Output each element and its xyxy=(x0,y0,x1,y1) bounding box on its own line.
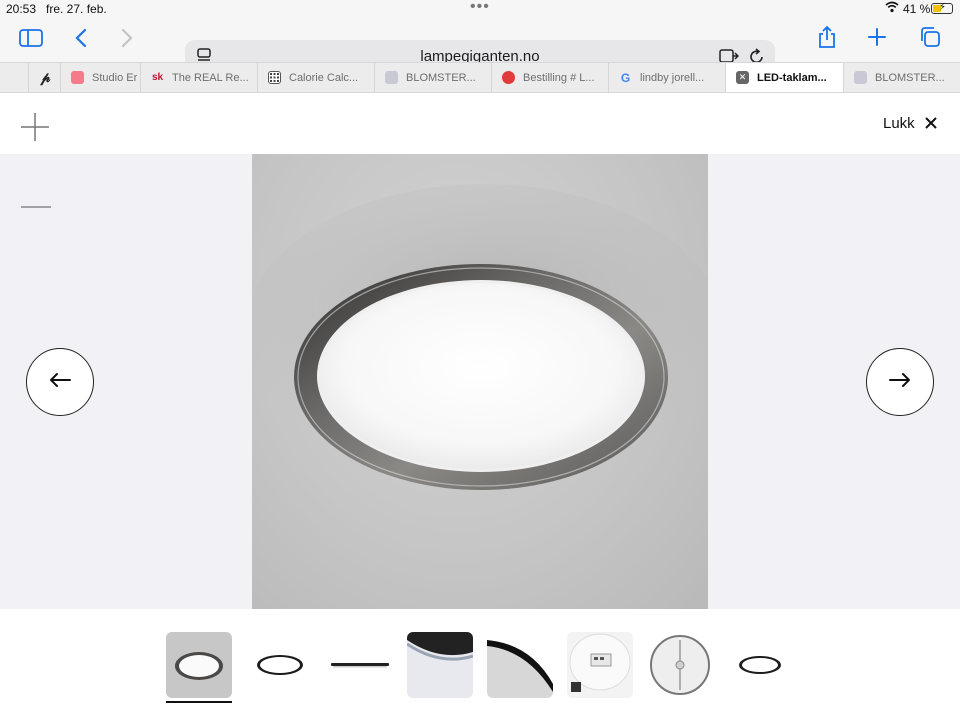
generic-favicon-icon xyxy=(385,71,398,84)
lamp-diffuser xyxy=(320,283,642,469)
selected-thumbnail-indicator xyxy=(166,701,232,703)
sk-favicon-icon: sk xyxy=(151,72,164,83)
wifi-icon xyxy=(885,1,899,16)
status-bar: 20:53 fre. 27. feb. ••• 41 % ⚡ xyxy=(0,0,960,18)
tab-label: Studio Er xyxy=(92,71,138,84)
sidebar-icon[interactable] xyxy=(19,28,43,53)
tab-bar: 𝓅 Studio Er sk The REAL Re... Calorie Ca… xyxy=(0,62,960,93)
close-tab-icon[interactable]: ✕ xyxy=(736,71,749,84)
previous-image-button[interactable] xyxy=(26,348,94,416)
arrow-left-icon xyxy=(49,372,71,393)
thumbnail-back-driver[interactable] xyxy=(567,632,633,698)
tab-3[interactable]: Calorie Calc... xyxy=(257,63,374,92)
thumbnail-edge-closeup[interactable] xyxy=(407,632,473,698)
forward-icon[interactable] xyxy=(120,27,134,54)
thumbnail-ceiling-photo[interactable] xyxy=(166,632,232,698)
tab-label: lindby jorell... xyxy=(640,71,705,84)
thumbnail-angled-rim[interactable] xyxy=(487,632,553,698)
generic-favicon-icon xyxy=(854,71,867,84)
multitask-dots-icon[interactable]: ••• xyxy=(470,0,490,16)
tab-4[interactable]: BLOMSTER... xyxy=(374,63,491,92)
pinterest-icon: 𝓅 xyxy=(40,69,51,86)
status-time: 20:53 xyxy=(6,2,37,16)
tab-label: Bestilling # L... xyxy=(523,71,595,84)
tab-overview-icon[interactable] xyxy=(919,26,941,53)
tab-0[interactable]: 𝓅 xyxy=(28,63,60,92)
zoom-in-icon[interactable] xyxy=(20,112,50,147)
thumbnail-side-profile[interactable] xyxy=(327,632,393,698)
arrow-right-icon xyxy=(889,372,911,393)
browser-toolbar: lampegiganten.no xyxy=(0,18,960,72)
red-circle-favicon-icon xyxy=(502,71,515,84)
tab-5[interactable]: Bestilling # L... xyxy=(491,63,608,92)
battery-icon: ⚡ xyxy=(931,2,953,14)
tab-label: BLOMSTER... xyxy=(875,71,945,84)
back-icon[interactable] xyxy=(74,27,88,54)
share-icon[interactable] xyxy=(817,25,837,54)
thumbnail-back-plate[interactable] xyxy=(647,632,713,698)
new-tab-icon[interactable] xyxy=(867,27,887,52)
studio-favicon-icon xyxy=(71,71,84,84)
tab-label: BLOMSTER... xyxy=(406,71,476,84)
tab-label: Calorie Calc... xyxy=(289,71,359,84)
tab-6[interactable]: G lindby jorell... xyxy=(608,63,725,92)
zoom-out-icon[interactable] xyxy=(21,196,51,214)
tab-7-active[interactable]: ✕ LED-taklam... xyxy=(725,63,843,92)
battery-percent: 41 % xyxy=(903,2,931,16)
thumbnail-top-view[interactable] xyxy=(247,632,313,698)
tab-8[interactable]: BLOMSTER... xyxy=(843,63,960,92)
product-image[interactable] xyxy=(252,154,708,609)
google-icon: G xyxy=(620,70,631,85)
close-label[interactable]: Lukk xyxy=(883,115,915,132)
status-date: fre. 27. feb. xyxy=(46,2,107,16)
next-image-button[interactable] xyxy=(866,348,934,416)
close-icon[interactable] xyxy=(925,116,937,134)
calculator-icon xyxy=(268,71,281,84)
tab-label: LED-taklam... xyxy=(757,71,827,84)
tab-2[interactable]: sk The REAL Re... xyxy=(140,63,257,92)
thumbnail-small-top-view[interactable] xyxy=(727,632,793,698)
tab-1[interactable]: Studio Er xyxy=(60,63,140,92)
tab-label: The REAL Re... xyxy=(172,71,249,84)
